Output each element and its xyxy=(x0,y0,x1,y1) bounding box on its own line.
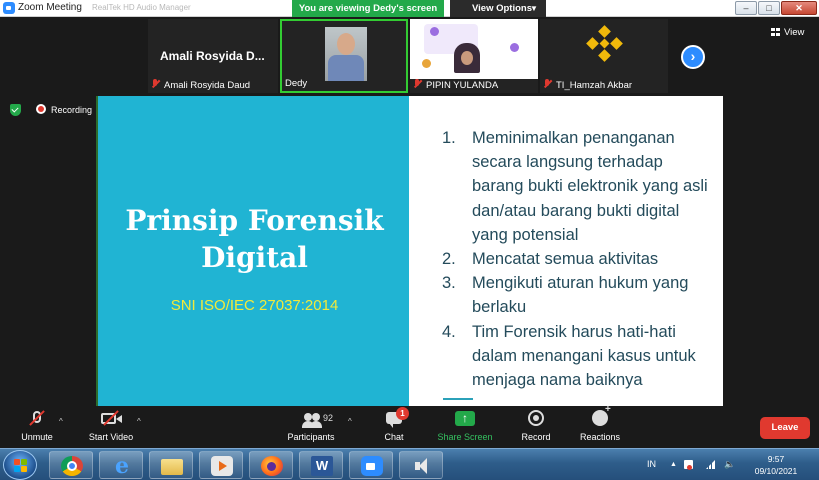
zoom-app-icon xyxy=(3,2,15,14)
view-layout-button[interactable]: View xyxy=(771,27,804,38)
mic-muted-icon xyxy=(25,408,49,428)
taskbar-media-player[interactable] xyxy=(199,451,243,479)
maximize-button[interactable]: □ xyxy=(758,1,780,15)
reactions-button[interactable]: Reactions xyxy=(578,404,622,442)
media-player-icon xyxy=(211,456,233,476)
participants-count: 92 xyxy=(323,413,334,423)
slide-subtitle: SNI ISO/IEC 27037:2014 xyxy=(170,297,339,314)
participant-label: Dedy xyxy=(285,78,308,89)
viewing-screen-banner: You are viewing Dedy's screen xyxy=(292,0,444,17)
mic-muted-icon xyxy=(151,79,160,89)
window-controls: – □ ✕ xyxy=(735,1,817,15)
mic-muted-icon xyxy=(413,79,422,89)
meeting-controls: Unmute ^ Start Video ^ Participants 92 ^… xyxy=(0,404,819,448)
view-options-button[interactable]: View Options ▼ xyxy=(450,0,546,17)
participant-label: TI_Hamzah Akbar xyxy=(543,79,632,91)
leave-button[interactable]: Leave xyxy=(760,417,810,439)
video-options-caret[interactable]: ^ xyxy=(137,417,141,426)
participant-tile[interactable]: PIPIN YULANDA xyxy=(410,19,538,93)
start-video-button[interactable]: Start Video xyxy=(84,408,138,442)
show-hidden-icons-icon[interactable]: ▲ xyxy=(670,460,679,469)
slide-list-item: 3. Mengikuti aturan hukum yang berlaku xyxy=(442,274,689,317)
audio-options-caret[interactable]: ^ xyxy=(59,417,63,426)
record-button[interactable]: Record xyxy=(519,408,553,442)
participants-icon xyxy=(299,408,323,428)
slide-accent-bar xyxy=(443,398,473,400)
participant-label: Amali Rosyida Daud xyxy=(151,79,250,91)
share-screen-button[interactable]: Share Screen xyxy=(436,408,494,442)
language-indicator[interactable]: IN xyxy=(647,459,656,469)
participant-display-name: Amali Rosyida D... xyxy=(160,49,265,63)
chevron-down-icon: ▼ xyxy=(530,4,538,13)
share-screen-icon xyxy=(453,408,477,428)
network-signal-icon[interactable] xyxy=(706,460,715,469)
slide-content-panel: 1. Meminimalkan penanganan secara langsun… xyxy=(409,96,723,406)
start-button[interactable] xyxy=(3,450,37,480)
reactions-icon xyxy=(588,404,612,428)
windows-logo-icon xyxy=(14,459,28,473)
slide-list: 1. Meminimalkan penanganan secara langsun… xyxy=(442,126,712,392)
taskbar-word[interactable]: W xyxy=(299,451,343,479)
volume-icon[interactable]: 🔈 xyxy=(724,460,735,469)
background-window-title: RealTek HD Audio Manager xyxy=(92,3,191,12)
minimize-button[interactable]: – xyxy=(735,1,757,15)
chat-unread-badge: 1 xyxy=(396,407,409,420)
speaker-icon xyxy=(411,456,433,476)
view-options-label: View Options xyxy=(472,3,533,14)
slide-list-item: 4. Tim Forensik harus hati-hati dalam men… xyxy=(442,322,696,390)
zoom-icon xyxy=(361,456,383,476)
taskbar-file-explorer[interactable] xyxy=(149,451,193,479)
title-bar: Zoom Meeting RealTek HD Audio Manager Yo… xyxy=(0,0,819,17)
security-shield-icon[interactable] xyxy=(10,104,21,116)
participant-tile[interactable]: Amali Rosyida D... Amali Rosyida Daud xyxy=(148,19,278,93)
chevron-right-icon: › xyxy=(690,48,696,64)
taskbar-zoom[interactable] xyxy=(349,451,393,479)
mic-muted-icon xyxy=(543,79,552,89)
windows-taskbar: e W IN ▲ 🔈 9:57 09/10/2021 xyxy=(0,448,819,480)
close-button[interactable]: ✕ xyxy=(781,1,817,15)
taskbar-chrome[interactable] xyxy=(49,451,93,479)
video-off-icon xyxy=(99,408,123,428)
participant-video xyxy=(325,27,367,81)
clock-date: 09/10/2021 xyxy=(754,466,798,476)
participant-strip: Amali Rosyida D... Amali Rosyida Daud De… xyxy=(0,17,819,95)
taskbar-firefox[interactable] xyxy=(249,451,293,479)
participant-tile[interactable]: TI_Hamzah Akbar xyxy=(540,19,668,93)
participants-options-caret[interactable]: ^ xyxy=(348,417,352,426)
taskbar-sound[interactable] xyxy=(399,451,443,479)
action-center-alert-icon xyxy=(687,465,692,470)
recording-indicator[interactable]: Recording xyxy=(36,104,92,115)
word-icon: W xyxy=(311,456,333,476)
unmute-button[interactable]: Unmute xyxy=(16,408,58,442)
slide-list-item: 2. Mencatat semua aktivitas xyxy=(442,250,659,269)
window-title: Zoom Meeting xyxy=(18,2,82,13)
shared-screen: Prinsip Forensik Digital SNI ISO/IEC 270… xyxy=(96,96,723,406)
slide-title: Prinsip Forensik Digital xyxy=(125,204,384,274)
record-icon xyxy=(36,104,46,114)
firefox-icon xyxy=(261,456,283,476)
participant-tile-active-speaker[interactable]: Dedy xyxy=(280,19,408,93)
slide-title-panel: Prinsip Forensik Digital SNI ISO/IEC 270… xyxy=(96,96,409,406)
grid-icon xyxy=(771,28,780,36)
chrome-icon xyxy=(61,456,83,476)
binance-logo xyxy=(585,25,625,65)
next-participants-button[interactable]: › xyxy=(681,45,705,69)
participant-label: PIPIN YULANDA xyxy=(413,79,498,91)
taskbar-internet-explorer[interactable]: e xyxy=(99,451,143,479)
file-explorer-icon xyxy=(161,459,183,475)
zoom-window: Zoom Meeting RealTek HD Audio Manager Yo… xyxy=(0,0,819,480)
internet-explorer-icon: e xyxy=(115,453,129,479)
participant-video xyxy=(410,19,538,79)
system-tray: IN ▲ 🔈 9:57 09/10/2021 xyxy=(640,449,819,480)
slide-list-item: 1. Meminimalkan penanganan secara langsun… xyxy=(442,129,708,244)
clock-time: 9:57 xyxy=(767,454,785,464)
record-icon xyxy=(524,408,548,428)
clock[interactable]: 9:57 09/10/2021 xyxy=(748,453,804,477)
